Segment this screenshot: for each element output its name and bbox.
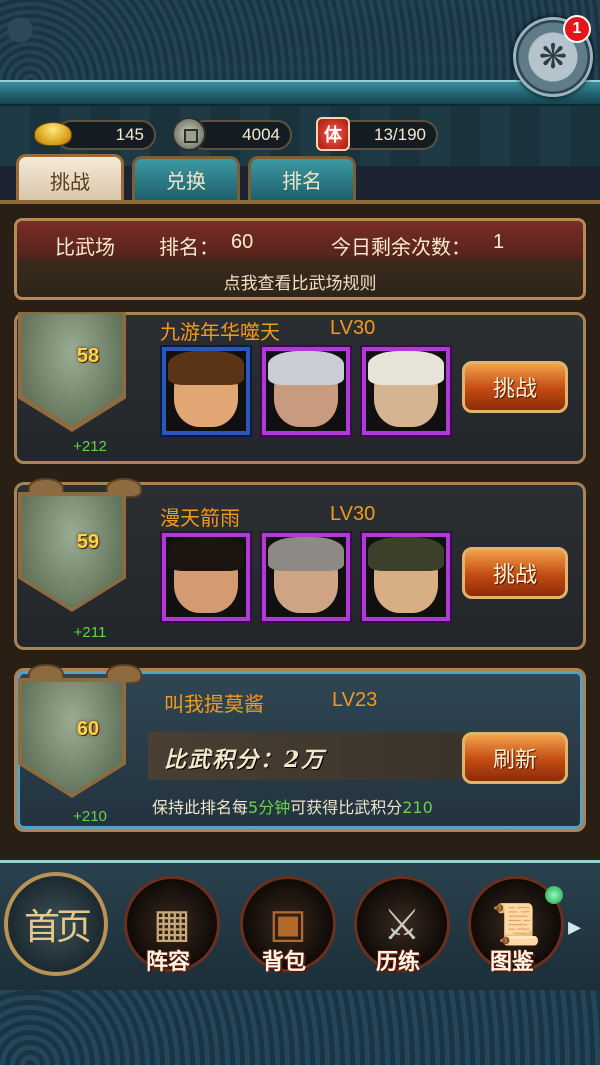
nav-backpack-label: 背包 bbox=[262, 950, 307, 975]
header-divider bbox=[0, 80, 600, 106]
my-name: 叫我提莫酱 bbox=[164, 692, 264, 716]
hero-portrait[interactable] bbox=[162, 347, 250, 435]
arena-score: 比武积分：2万 bbox=[164, 747, 326, 773]
rank-value: 60 bbox=[231, 231, 254, 253]
hero-portrait[interactable] bbox=[362, 347, 450, 435]
coin-value: 4004 bbox=[242, 125, 280, 144]
hold-points: 210 bbox=[402, 798, 433, 817]
my-level: LV23 bbox=[332, 689, 378, 711]
tab-challenge[interactable]: 挑战 bbox=[16, 154, 124, 204]
opponent-level: LV30 bbox=[330, 503, 376, 525]
header-background bbox=[0, 0, 600, 82]
opponent-rank: 58 bbox=[76, 345, 100, 367]
hero-portrait[interactable] bbox=[262, 533, 350, 621]
arena-info-row: 比武场 排名： 60 今日剩余次数： 1 bbox=[17, 229, 583, 259]
hold-time: 5分钟 bbox=[248, 798, 291, 817]
nav-training-label: 历练 bbox=[376, 950, 421, 975]
opponent-level: LV30 bbox=[330, 317, 376, 339]
arena-info-box[interactable]: 比武场 排名： 60 今日剩余次数： 1 点我查看比武场规则 bbox=[14, 218, 586, 300]
notification-badge: 1 bbox=[563, 15, 591, 43]
nav-formation-label: 阵容 bbox=[146, 950, 191, 975]
copper-coin-icon bbox=[168, 114, 210, 154]
remaining-label: 今日剩余次数： bbox=[331, 235, 471, 259]
fan-logo-icon: ❋ bbox=[538, 37, 568, 77]
gold-ingot-icon bbox=[32, 114, 74, 154]
my-rank: 60 bbox=[76, 718, 100, 740]
stamina-value: 13/190 bbox=[374, 125, 426, 144]
home-button[interactable]: 首页 bbox=[4, 872, 108, 976]
swords-icon: ⚔ bbox=[383, 899, 421, 949]
gem-icon bbox=[545, 886, 563, 904]
rules-link[interactable]: 点我查看比武场规则 bbox=[17, 269, 583, 294]
opponent-name: 九游年华噬天 bbox=[160, 320, 280, 344]
scroll-icon: 📜 bbox=[491, 901, 541, 948]
stamina-icon: 体 bbox=[312, 114, 354, 154]
hero-portrait[interactable] bbox=[362, 533, 450, 621]
nav-codex-label: 图鉴 bbox=[490, 950, 535, 975]
opponent-gain: +211 bbox=[73, 624, 107, 641]
tab-ranking[interactable]: 排名 bbox=[248, 156, 356, 200]
rank-label: 排名： bbox=[159, 235, 219, 259]
formation-icon: ▦ bbox=[153, 901, 191, 947]
refresh-button[interactable]: 刷新 bbox=[462, 732, 568, 784]
gold-value: 145 bbox=[115, 125, 144, 144]
backpack-icon: ▣ bbox=[269, 901, 307, 947]
remaining-value: 1 bbox=[493, 231, 505, 253]
my-gain: +210 bbox=[73, 808, 107, 825]
hero-portrait[interactable] bbox=[162, 533, 250, 621]
hold-rank-reward-text: 保持此排名每5分钟可获得比武积分210 bbox=[152, 798, 433, 817]
tab-exchange[interactable]: 兑换 bbox=[132, 156, 240, 200]
challenge-button[interactable]: 挑战 bbox=[462, 361, 568, 413]
challenge-button[interactable]: 挑战 bbox=[462, 547, 568, 599]
opponent-name: 漫天箭雨 bbox=[160, 506, 240, 530]
arena-title: 比武场 bbox=[55, 235, 115, 259]
opponent-gain: +212 bbox=[73, 438, 107, 455]
hero-portrait[interactable] bbox=[262, 347, 350, 435]
scroll-right-arrow-icon[interactable]: ▸ bbox=[568, 912, 581, 942]
opponent-rank: 59 bbox=[76, 531, 100, 553]
